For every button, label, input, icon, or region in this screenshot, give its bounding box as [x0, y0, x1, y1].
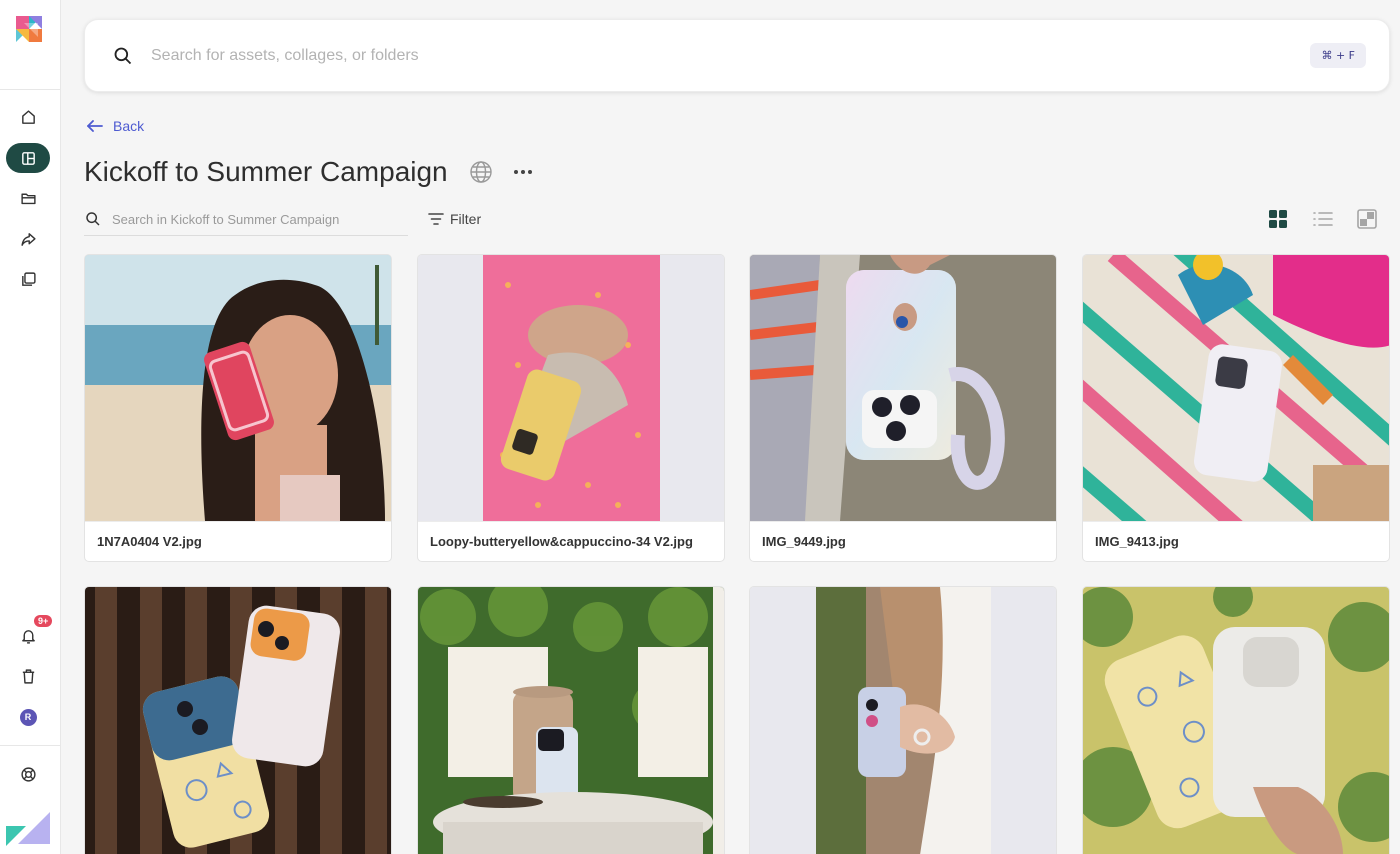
trash-icon	[22, 668, 34, 684]
asset-card[interactable]: 1N7A0404 V2.jpg	[84, 254, 392, 562]
asset-name: IMG_9449.jpg	[750, 521, 1056, 561]
sidebar-item-notifications[interactable]: 9+	[6, 615, 53, 651]
arrow-left-icon	[87, 120, 103, 132]
home-icon	[21, 109, 35, 124]
asset-thumbnail	[1083, 587, 1389, 854]
stack-icon	[21, 271, 36, 286]
sidebar: 9+ R	[0, 0, 61, 854]
app-logo[interactable]	[16, 16, 42, 42]
globe-icon[interactable]	[469, 160, 493, 184]
search-icon	[86, 212, 100, 226]
list-view-button[interactable]	[1312, 208, 1334, 230]
sidebar-item-profile[interactable]: R	[6, 702, 50, 732]
sidebar-item-trash[interactable]	[6, 661, 50, 691]
grid-icon	[1269, 210, 1287, 228]
page-title: Kickoff to Summer Campaign	[84, 156, 448, 187]
share-arrow-icon	[20, 232, 36, 246]
sidebar-item-shares[interactable]	[6, 224, 50, 254]
more-options-button[interactable]	[512, 162, 534, 182]
asset-name: IMG_9413.jpg	[1083, 521, 1389, 561]
asset-thumbnail	[750, 587, 1056, 854]
lifebuoy-icon	[20, 766, 36, 782]
sidebar-divider	[0, 745, 60, 746]
asset-card[interactable]	[417, 586, 725, 854]
asset-thumbnail	[418, 587, 724, 854]
asset-card[interactable]: Loopy-butteryellow&cappuccino-34 V2.jpg	[417, 254, 725, 562]
asset-thumbnail	[1083, 255, 1389, 521]
layout-icon	[21, 151, 35, 165]
brand-corner-graphic	[6, 812, 50, 846]
asset-thumbnail	[85, 255, 391, 521]
asset-thumbnail	[750, 255, 1056, 521]
bell-icon	[21, 629, 35, 644]
back-link[interactable]: Back	[86, 118, 144, 134]
asset-thumbnail	[418, 255, 724, 521]
global-search-input[interactable]	[151, 42, 1251, 70]
notification-badge: 9+	[34, 615, 53, 627]
sidebar-item-folders[interactable]	[6, 183, 50, 213]
asset-card[interactable]	[1082, 586, 1390, 854]
back-label: Back	[113, 118, 145, 134]
asset-card[interactable]	[84, 586, 392, 854]
list-icon	[1313, 212, 1333, 226]
filter-button[interactable]: Filter	[428, 211, 481, 227]
sidebar-item-collages[interactable]	[6, 264, 50, 294]
asset-name: 1N7A0404 V2.jpg	[85, 521, 391, 561]
sidebar-item-home[interactable]	[6, 102, 50, 132]
search-shortcut-hint: ⌘ + F	[1310, 43, 1366, 68]
folder-search-input[interactable]	[112, 208, 402, 230]
folder-icon	[20, 193, 36, 204]
asset-card[interactable]	[749, 586, 1057, 854]
search-icon	[114, 47, 132, 65]
filter-icon	[428, 213, 444, 225]
sidebar-divider	[0, 89, 60, 90]
masonry-icon	[1357, 209, 1377, 229]
asset-card[interactable]: IMG_9413.jpg	[1082, 254, 1390, 562]
avatar: R	[19, 708, 37, 726]
sidebar-item-help[interactable]	[6, 759, 50, 789]
filter-label: Filter	[450, 211, 482, 227]
asset-name: Loopy-butteryellow&cappuccino-34 V2.jpg	[418, 521, 724, 561]
global-search-bar: ⌘ + F	[84, 19, 1390, 92]
masonry-view-button[interactable]	[1356, 208, 1378, 230]
asset-card[interactable]: IMG_9449.jpg	[749, 254, 1057, 562]
folder-search	[84, 204, 408, 236]
ellipsis-icon	[514, 170, 532, 174]
sidebar-item-collections[interactable]	[6, 143, 50, 173]
asset-thumbnail	[85, 587, 391, 854]
grid-view-button[interactable]	[1267, 208, 1289, 230]
